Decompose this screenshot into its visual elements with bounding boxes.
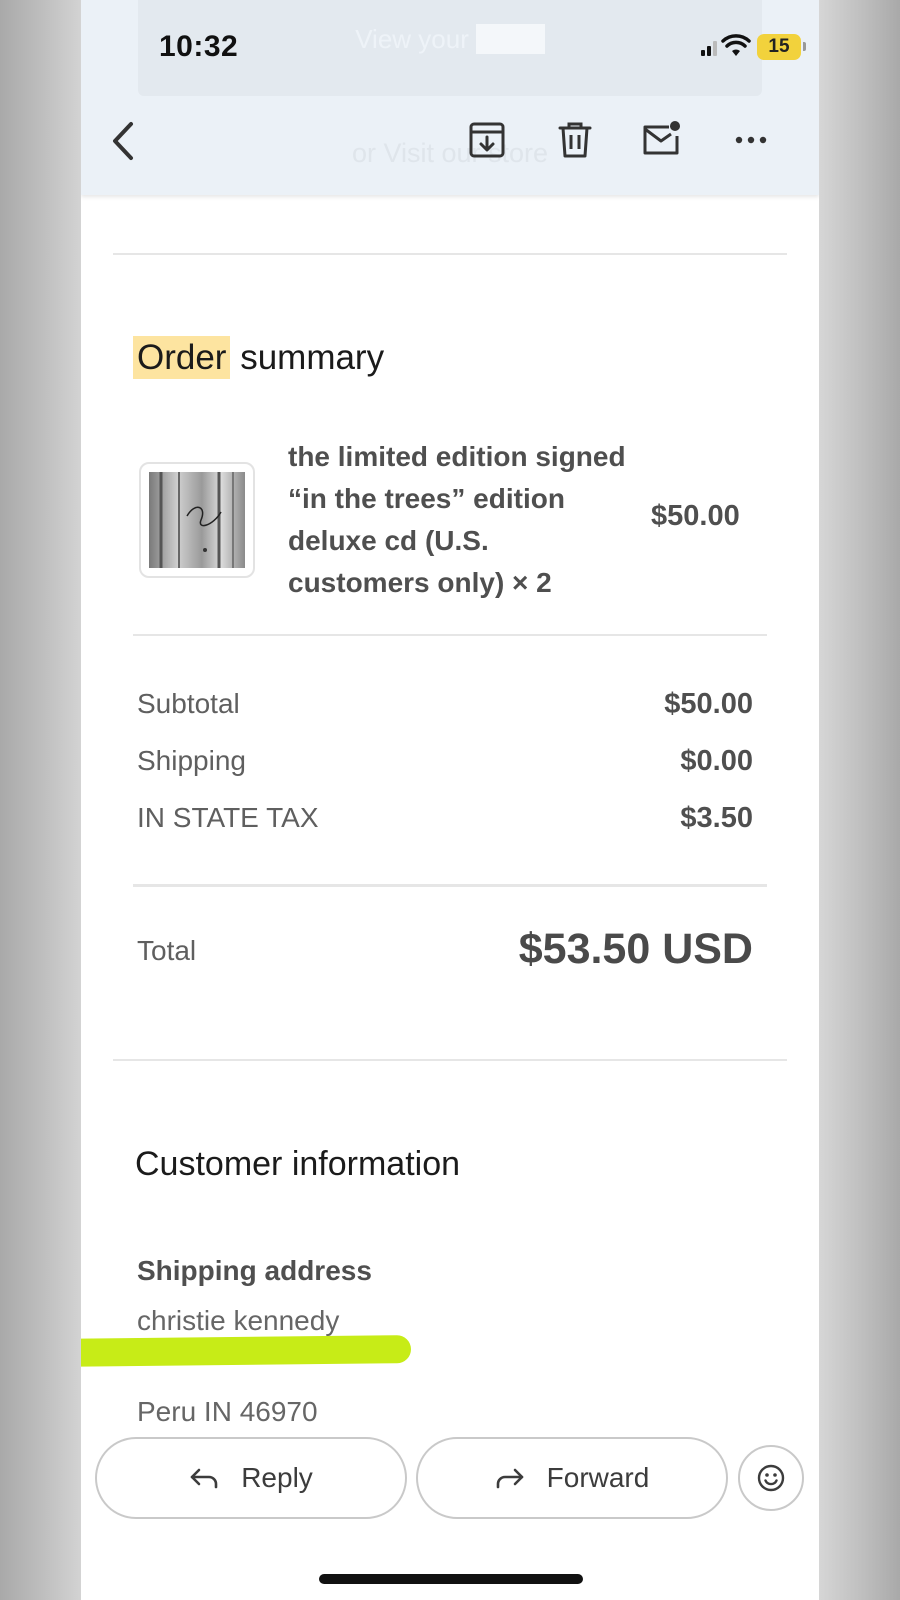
visit-store-text: or Visit our store <box>351 138 549 168</box>
battery-nub <box>803 42 806 51</box>
subtotal-value: $50.00 <box>664 688 753 720</box>
order-summary-title: Order summary <box>133 336 384 379</box>
album-cover-image <box>149 472 245 568</box>
smiley-icon <box>757 1464 785 1492</box>
section-divider-2 <box>113 1059 787 1061</box>
signal-icon <box>701 41 717 56</box>
email-toolbar: View your order or Visit our store 10:32… <box>81 0 819 195</box>
totals-divider <box>133 884 767 887</box>
forward-icon <box>496 1468 523 1489</box>
more-horizontal-icon[interactable] <box>729 118 773 162</box>
product-thumbnail[interactable] <box>139 462 255 578</box>
wifi-icon <box>721 34 751 56</box>
home-indicator[interactable] <box>319 1574 583 1584</box>
forward-button[interactable]: Forward <box>416 1437 728 1519</box>
tax-value: $3.50 <box>680 802 753 834</box>
section-divider <box>113 253 787 255</box>
status-time: 10:32 <box>159 30 239 63</box>
customer-info-title: Customer information <box>135 1145 461 1183</box>
emoji-reaction-button[interactable] <box>738 1445 804 1511</box>
total-label: Total <box>137 935 197 966</box>
shipping-value: $0.00 <box>680 745 753 777</box>
shipping-label: Shipping <box>137 745 246 776</box>
trash-icon[interactable] <box>553 118 597 162</box>
mark-unread-icon[interactable] <box>639 118 683 162</box>
email-screen: View your order or Visit our store 10:32… <box>81 0 819 1600</box>
tax-label: IN STATE TAX <box>137 802 319 833</box>
chevron-left-icon[interactable] <box>105 118 139 164</box>
subtotal-label: Subtotal <box>137 688 240 719</box>
reply-label: Reply <box>241 1462 313 1493</box>
address-city-line: Peru IN 46970 <box>137 1396 318 1427</box>
customer-name: christie kennedy <box>137 1305 340 1336</box>
reply-button[interactable]: Reply <box>95 1437 407 1519</box>
forward-label: Forward <box>546 1462 650 1493</box>
total-value: $53.50 USD <box>518 925 753 973</box>
product-name: the limited edition signed “in the trees… <box>288 441 626 598</box>
status-icons: 15 <box>621 30 819 66</box>
battery-indicator: 15 <box>757 34 801 60</box>
shipping-address-label: Shipping address <box>137 1255 372 1286</box>
search-highlight: Order <box>133 336 231 379</box>
archive-icon[interactable] <box>465 118 509 162</box>
redaction-marker <box>81 1335 412 1367</box>
reply-icon <box>190 1468 218 1489</box>
item-divider <box>133 634 767 636</box>
product-price: $50.00 <box>651 500 740 532</box>
